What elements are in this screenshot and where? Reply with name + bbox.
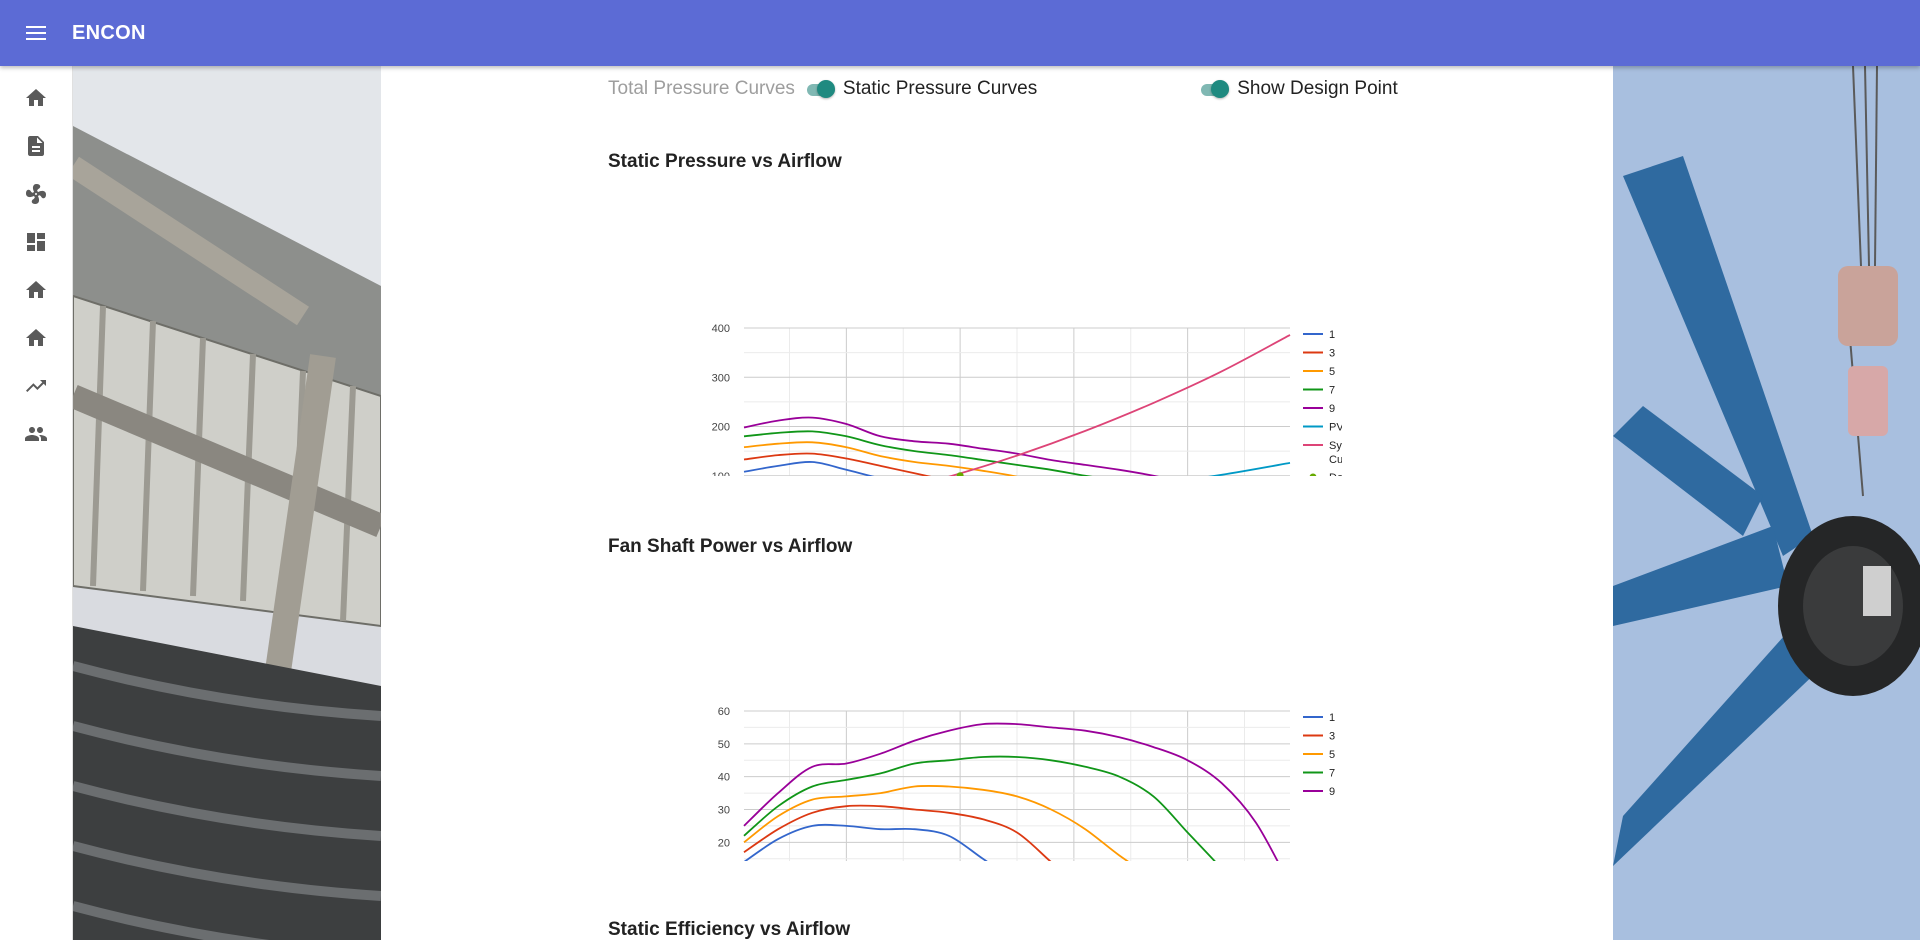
home-icon <box>26 89 46 106</box>
nav-fan[interactable] <box>0 170 72 218</box>
chart-legend: 1 3 5 7 9 PV System Res Cu (t) Design Point <box>1303 329 1342 476</box>
legend-label: Cu (t) <box>1329 454 1342 466</box>
legend-label: 5 <box>1329 749 1335 761</box>
curve-toggle-row: Total Pressure Curves Static Pressure Cu… <box>608 76 1398 102</box>
y-tick-label: 40 <box>718 772 730 784</box>
legend-label: 9 <box>1329 403 1335 415</box>
nav-documents[interactable] <box>0 122 72 170</box>
series-line-7 <box>743 755 1216 861</box>
nav-home-2[interactable] <box>0 266 72 314</box>
nav-dashboard[interactable] <box>0 218 72 266</box>
legend-label: System Res <box>1329 440 1342 452</box>
y-tick-label: 300 <box>712 372 730 384</box>
main-content: Total Pressure Curves Static Pressure Cu… <box>381 66 1613 940</box>
total-pressure-label: Total Pressure Curves <box>608 78 795 99</box>
document-icon <box>28 136 44 156</box>
legend-design-swatch <box>1309 473 1317 476</box>
legend-label: PV <box>1329 422 1342 434</box>
legend-label: 1 <box>1329 712 1335 724</box>
side-nav <box>0 66 73 940</box>
background-photo-left <box>73 66 381 940</box>
chart-legend: 1 3 5 7 9 <box>1303 712 1335 798</box>
series-line-5 <box>743 441 1018 476</box>
legend-label: 7 <box>1329 385 1335 397</box>
y-tick-label: 50 <box>718 739 730 751</box>
menu-icon <box>26 26 46 40</box>
y-tick-label: 60 <box>718 706 730 718</box>
series-line-1 <box>743 823 988 861</box>
nav-home[interactable] <box>0 74 72 122</box>
app-title: ENCON <box>72 21 146 44</box>
design-point-switch[interactable] <box>1199 80 1230 98</box>
home-icon <box>26 281 46 298</box>
y-tick-label: 200 <box>712 422 730 434</box>
nav-home-3[interactable] <box>0 314 72 362</box>
menu-button[interactable] <box>0 0 72 66</box>
y-tick-label: 400 <box>712 323 730 335</box>
design-point-label: Show Design Point <box>1237 78 1398 99</box>
background-photo-right <box>1613 66 1920 940</box>
static-pressure-chart: 010020030040020030040050013579PVSystem R… <box>712 323 1342 476</box>
legend-label: 7 <box>1329 768 1335 780</box>
series-line-5 <box>743 784 1129 861</box>
legend-label: Design Point <box>1329 472 1342 476</box>
pressure-curve-switch[interactable] <box>805 80 835 98</box>
legend-label: 9 <box>1329 786 1335 798</box>
static-efficiency-title: Static Efficiency vs Airflow <box>608 919 851 940</box>
fan-power-chart: 010203040506020030040050013579 <box>718 706 1335 861</box>
people-icon <box>25 427 47 441</box>
legend-label: 3 <box>1329 348 1335 360</box>
y-tick-label: 20 <box>718 837 730 849</box>
chart-grid <box>744 710 1290 861</box>
fan-power-title: Fan Shaft Power vs Airflow <box>608 536 853 557</box>
trending-up-icon <box>26 380 46 392</box>
series-line-3 <box>743 804 1052 861</box>
static-pressure-title: Static Pressure vs Airflow <box>608 151 842 172</box>
y-tick-label: 30 <box>718 805 730 817</box>
app-bar: ENCON <box>0 0 1920 66</box>
nav-trending[interactable] <box>0 362 72 410</box>
legend-label: 1 <box>1329 329 1335 341</box>
static-pressure-label: Static Pressure Curves <box>842 78 1038 99</box>
legend-label: 5 <box>1329 366 1335 378</box>
fan-icon <box>26 184 46 204</box>
nav-users[interactable] <box>0 410 72 458</box>
dashboard-icon <box>27 233 45 251</box>
y-tick-label: 100 <box>712 471 730 476</box>
home-icon <box>26 329 46 346</box>
legend-label: 3 <box>1329 731 1335 743</box>
